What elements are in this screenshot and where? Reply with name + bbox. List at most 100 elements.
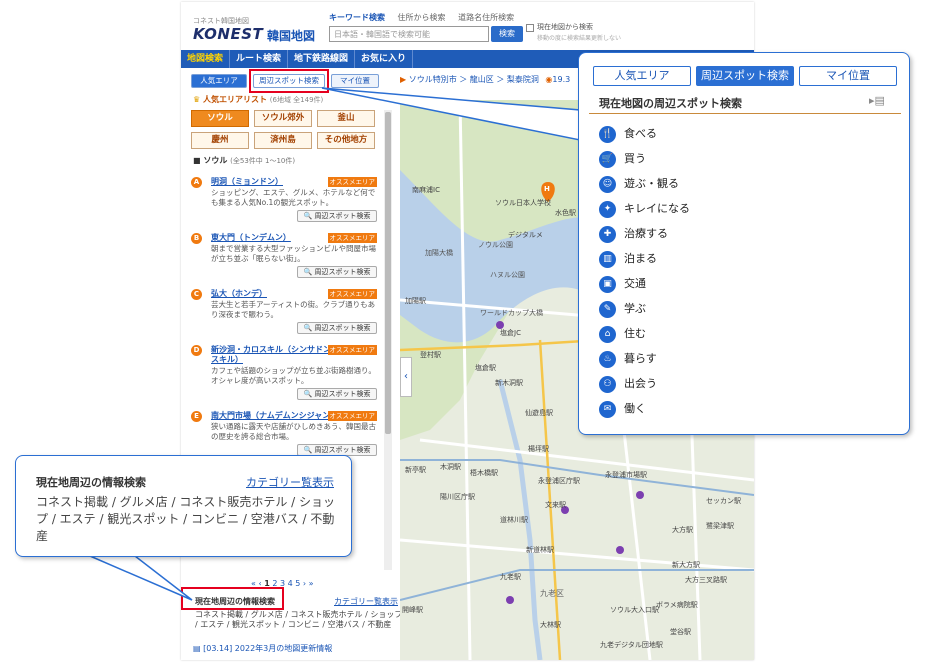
train-icon: ▣ — [599, 275, 616, 293]
konest-logo[interactable]: KONEST — [193, 25, 263, 43]
tab-address-search[interactable]: 住所から検索 — [398, 13, 446, 22]
area-jeju[interactable]: 済州島 — [254, 132, 312, 149]
building-icon: ▥ — [599, 250, 616, 268]
recommend-badge: オススメエリア — [327, 345, 377, 355]
map-label: 開峰駅 — [402, 606, 423, 614]
sparkle-icon: ✦ — [599, 200, 616, 218]
map-label: 新亭駅 — [405, 466, 426, 474]
list-item: C 弘大（ホンデ） オススメエリア 芸大生と若手アーティストの街。クラブ通りもあ… — [191, 289, 383, 339]
popular-area-title: ♛ 人気エリアリスト (6地域 全149件) — [193, 95, 324, 104]
nearby-spot-callout: 人気エリア 周辺スポット検索 マイ位置 現在地図の周辺スポット検索 ▸▤ 🍴 食べ… — [578, 52, 910, 435]
map-label: 永登浦区庁駅 — [538, 477, 580, 485]
marker-c-icon: C — [191, 289, 202, 300]
area-description: 朝まで営業する大型ファッションビルや問屋市場が立ち並ぶ「眠らない街」。 — [211, 244, 376, 263]
callout-tab-my-location[interactable]: マイ位置 — [799, 66, 897, 86]
scrollbar-thumb[interactable] — [385, 112, 391, 434]
nav-subway-map[interactable]: 地下鉄路線図 — [288, 50, 356, 68]
tab-my-location[interactable]: マイ位置 — [331, 74, 379, 88]
search-type-tabs: キーワード検索 住所から検索 道路名住所検索 — [329, 12, 524, 23]
category-work[interactable]: ✉ 働く — [599, 400, 646, 418]
tab-popular-area[interactable]: 人気エリア — [191, 74, 247, 88]
category-beauty[interactable]: ✦ キレイになる — [599, 200, 690, 218]
list-item: A 明洞（ミョンドン） オススメエリア ショッピング、エステ、グルメ、ホテルなど… — [191, 177, 383, 227]
map-label: 水色駅 — [555, 209, 576, 217]
tab-road-address-search[interactable]: 道路名住所検索 — [458, 13, 514, 22]
list-view-icon[interactable]: ▸▤ — [869, 94, 885, 107]
map-label: 九老デジタル団地駅 — [600, 641, 663, 649]
nearby-info-categories[interactable]: コネスト掲載 / グルメ店 / コネスト販売ホテル / ショップ / エステ /… — [195, 610, 405, 630]
cart-icon: 🛒 — [599, 150, 616, 168]
smile-icon: ☺ — [599, 175, 616, 193]
map-label: 楊坪駅 — [528, 445, 549, 453]
recommend-badge: オススメエリア — [327, 177, 377, 187]
callout-category-link[interactable]: カテゴリー覧表示 — [246, 474, 334, 490]
category-medical[interactable]: ✚ 治療する — [599, 225, 668, 243]
nearby-spot-button[interactable]: 🔍 周辺スポット検索 — [297, 266, 377, 278]
news-icon: ▤ — [193, 644, 201, 653]
crown-icon: ♛ — [193, 95, 201, 104]
list-heading: ■ ソウル (全53件中 1〜10件) — [193, 156, 296, 165]
recommend-badge: オススメエリア — [327, 289, 377, 299]
nearby-spot-button[interactable]: 🔍 周辺スポット検索 — [297, 322, 377, 334]
map-update-news[interactable]: ▤ [03.14] 2022年3月の地図更新情報 — [193, 643, 332, 654]
map-label: 大林駅 — [540, 621, 561, 629]
callout-tab-nearby[interactable]: 周辺スポット検索 — [696, 66, 794, 86]
map-label: 木洞駅 — [440, 463, 461, 471]
marker-b-icon: B — [191, 233, 202, 244]
map-label: 大方三叉路駅 — [685, 576, 727, 584]
map-label: 新道林駅 — [526, 546, 554, 554]
list-item: E 南大門市場（ナムデムンシジャン） オススメエリア 狭い通路に露天や店舗がひし… — [191, 411, 383, 461]
faucet-icon: ♨ — [599, 350, 616, 368]
map-label: 新木洞駅 — [495, 379, 523, 387]
map-label: 登村駅 — [420, 351, 441, 359]
category-learn[interactable]: ✎ 学ぶ — [599, 300, 646, 318]
current-location-note: 移動の度に検索結果更新しない — [537, 35, 622, 42]
people-icon: ⚇ — [599, 375, 616, 393]
area-description: 狭い通路に露天や店舗がひしめきあう、韓国最古の歴史を誇る総合市場。 — [211, 422, 376, 441]
collapse-panel-button[interactable]: ‹ — [400, 357, 412, 397]
nav-map-search[interactable]: 地図検索 — [181, 50, 231, 68]
search-button[interactable]: 検索 — [491, 26, 523, 42]
area-seoul[interactable]: ソウル — [191, 110, 249, 127]
current-location-checkbox[interactable] — [526, 24, 534, 32]
breadcrumb-icon: ▶ — [400, 75, 409, 84]
category-eat[interactable]: 🍴 食べる — [599, 125, 657, 143]
logo-japanese: 韓国地図 — [267, 29, 316, 43]
map-label: 加陽大橋 — [425, 249, 453, 257]
nav-favorites[interactable]: お気に入り — [355, 50, 414, 68]
category-meet[interactable]: ⚇ 出会う — [599, 375, 657, 393]
category-live[interactable]: ⌂ 住む — [599, 325, 646, 343]
map-label: 九老区 — [540, 589, 564, 598]
page-4[interactable]: 4 — [288, 579, 293, 588]
breadcrumb-extra: 19.3 — [552, 75, 571, 84]
page-5[interactable]: 5 — [295, 579, 300, 588]
nearby-spot-button[interactable]: 🔍 周辺スポット検索 — [297, 210, 377, 222]
map-label: 九老駅 — [500, 573, 521, 581]
map-label: 文来駅 — [545, 501, 566, 509]
area-seoul-suburb[interactable]: ソウル郊外 — [254, 110, 312, 127]
category-stay[interactable]: ▥ 泊まる — [599, 250, 657, 268]
callout-tab-popular[interactable]: 人気エリア — [593, 66, 691, 86]
category-buy[interactable]: 🛒 買う — [599, 150, 646, 168]
map-label: ソウル大入口駅 — [610, 606, 659, 614]
last-page-icon[interactable]: » — [309, 579, 314, 588]
search-input[interactable]: 日本語・韓国語で検索可能 — [329, 26, 489, 42]
area-other[interactable]: その他地方 — [317, 132, 375, 149]
current-location-label: 現在地図から検索 — [537, 23, 593, 31]
category-list-link[interactable]: カテゴリー覧表示 — [334, 596, 398, 607]
callout-info-body: コネスト掲載 / グルメ店 / コネスト販売ホテル / ショップ / エステ /… — [36, 495, 336, 543]
area-busan[interactable]: 釜山 — [317, 110, 375, 127]
marker-a-icon: A — [191, 177, 202, 188]
tab-keyword-search[interactable]: キーワード検索 — [329, 13, 385, 22]
next-page-icon[interactable]: › — [303, 579, 306, 588]
nearby-spot-button[interactable]: 🔍 周辺スポット検索 — [297, 388, 377, 400]
callout-title: 現在地図の周辺スポット検索 — [599, 97, 742, 110]
category-transport[interactable]: ▣ 交通 — [599, 275, 646, 293]
map-label: 塩倉JC — [500, 329, 521, 337]
breadcrumb-path[interactable]: ソウル特別市 ＞ 龍山区 ＞ 梨泰院洞 — [409, 75, 539, 84]
category-life[interactable]: ♨ 暮らす — [599, 350, 657, 368]
area-gyeongju[interactable]: 慶州 — [191, 132, 249, 149]
category-play[interactable]: ☺ 遊ぶ・観る — [599, 175, 679, 193]
recommend-badge: オススメエリア — [327, 411, 377, 421]
nav-route-search[interactable]: ルート検索 — [230, 50, 289, 68]
